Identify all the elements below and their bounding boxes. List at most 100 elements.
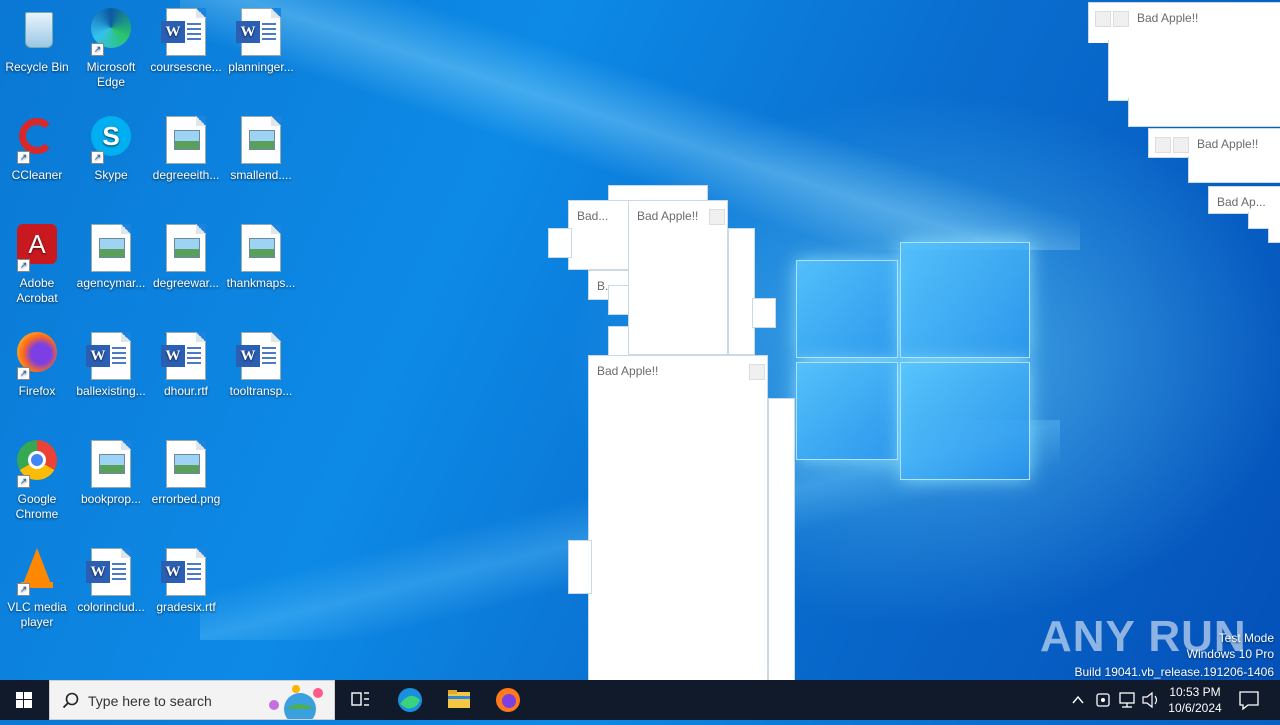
- word-document-icon: W: [161, 8, 210, 56]
- bad-apple-window[interactable]: Bad Apple!!: [628, 200, 728, 355]
- desktop-icon-label: dhour.rtf: [163, 384, 209, 398]
- desktop-icon-skype[interactable]: S ↗ Skype: [75, 116, 147, 183]
- desktop-icon-adobe-acrobat[interactable]: A ↗ Adobe Acrobat: [1, 224, 73, 306]
- window-icon: [1173, 137, 1189, 153]
- adobe-acrobat-icon: A ↗: [13, 224, 61, 272]
- desktop-icon-google-chrome[interactable]: ↗ Google Chrome: [1, 440, 73, 522]
- tray-app-button[interactable]: [1092, 680, 1114, 720]
- windows-logo-wallpaper: [796, 242, 1030, 480]
- window-icon: [1155, 137, 1171, 153]
- word-document-icon: W: [236, 332, 285, 380]
- search-box[interactable]: Type here to search: [49, 680, 335, 720]
- chevron-up-icon: [1072, 695, 1084, 704]
- image-file-icon: [237, 116, 285, 164]
- desktop-icon-file[interactable]: W dhour.rtf: [150, 332, 222, 399]
- bad-apple-window[interactable]: Bad Apple!!: [588, 355, 768, 682]
- desktop-icon-label: Firefox: [18, 384, 56, 398]
- desktop-icon-label: agencymar...: [76, 276, 146, 290]
- desktop-icon-label: errorbed.png: [151, 492, 221, 506]
- desktop-icon-label: degreeeith...: [152, 168, 220, 182]
- desktop-icon-file[interactable]: W colorinclud...: [75, 548, 147, 615]
- window-title: Bad Apple!!: [597, 364, 659, 378]
- window-title: Bad Apple!!: [1137, 11, 1199, 25]
- bad-apple-window[interactable]: [1108, 40, 1280, 101]
- window-title: Bad...: [577, 209, 609, 223]
- desktop-icon-label: VLC media player: [7, 600, 67, 629]
- bad-apple-window[interactable]: Bad...: [568, 200, 630, 270]
- firefox-icon: [496, 688, 520, 712]
- window-icon: [709, 209, 725, 225]
- desktop-icon-vlc[interactable]: ↗ VLC media player: [1, 548, 73, 630]
- word-document-icon: W: [161, 332, 210, 380]
- shortcut-arrow-icon: ↗: [17, 475, 30, 488]
- window-title: Bad Apple!!: [637, 209, 699, 223]
- desktop-icon-microsoft-edge[interactable]: ↗ Microsoft Edge: [75, 8, 147, 90]
- desktop-icon-label: coursescne...: [150, 60, 222, 74]
- task-view-button[interactable]: [336, 680, 384, 720]
- desktop-icon-file[interactable]: thankmaps...: [225, 224, 297, 291]
- chrome-icon: ↗: [13, 440, 61, 488]
- notification-icon: [1239, 691, 1259, 711]
- desktop-icon-label: bookprop...: [80, 492, 142, 506]
- window-icon: [749, 364, 765, 380]
- desktop-icon-file[interactable]: degreeeith...: [150, 116, 222, 183]
- taskbar-firefox-button[interactable]: [484, 680, 532, 720]
- desktop-icon-label: Microsoft Edge: [86, 60, 136, 89]
- bad-apple-window[interactable]: Bad Apple!!: [1148, 128, 1280, 158]
- action-center-button[interactable]: [1232, 680, 1266, 720]
- bad-apple-window[interactable]: [1128, 98, 1280, 127]
- window-title: Bad Apple!!: [1197, 137, 1259, 151]
- desktop-icon-label: Google Chrome: [15, 492, 59, 521]
- show-hidden-icons-button[interactable]: [1068, 680, 1088, 720]
- desktop-icon-file[interactable]: W coursescne...: [150, 8, 222, 75]
- windows-start-icon: [16, 692, 32, 708]
- bad-apple-window[interactable]: [768, 398, 795, 682]
- bad-apple-window[interactable]: [752, 298, 776, 328]
- image-file-icon: [87, 224, 135, 272]
- task-view-icon: [351, 692, 369, 706]
- bad-apple-window[interactable]: [728, 228, 755, 355]
- desktop-icon-file[interactable]: degreewar...: [150, 224, 222, 291]
- windows-edition-label: Windows 10 Pro: [1186, 647, 1274, 661]
- desktop-icon-file[interactable]: agencymar...: [75, 224, 147, 291]
- taskbar-edge-button[interactable]: [386, 680, 434, 720]
- image-file-icon: [162, 116, 210, 164]
- bad-apple-window[interactable]: [1188, 156, 1280, 183]
- bad-apple-window[interactable]: [1248, 212, 1280, 229]
- desktop-icon-recycle-bin[interactable]: Recycle Bin: [1, 8, 73, 75]
- desktop-icon-file[interactable]: W gradesix.rtf: [150, 548, 222, 615]
- desktop-icon-label: planninger...: [228, 60, 294, 74]
- bad-apple-window[interactable]: [1268, 228, 1280, 243]
- desktop-icon-file[interactable]: W tooltransp...: [225, 332, 297, 399]
- image-file-icon: [87, 440, 135, 488]
- bad-apple-window[interactable]: [548, 228, 572, 258]
- search-icon: [62, 692, 79, 709]
- word-document-icon: W: [86, 548, 135, 596]
- desktop-icon-file[interactable]: W ballexisting...: [75, 332, 147, 399]
- desktop-icon-file[interactable]: smallend....: [225, 116, 297, 183]
- test-mode-label: Test Mode: [1218, 631, 1274, 645]
- shortcut-arrow-icon: ↗: [17, 583, 30, 596]
- image-file-icon: [162, 440, 210, 488]
- shortcut-arrow-icon: ↗: [17, 151, 30, 164]
- shortcut-arrow-icon: ↗: [17, 367, 30, 380]
- desktop-icon-file[interactable]: W planninger...: [225, 8, 297, 75]
- image-file-icon: [162, 224, 210, 272]
- start-button[interactable]: [0, 680, 48, 720]
- word-document-icon: W: [86, 332, 135, 380]
- bad-apple-window[interactable]: Bad Apple!!: [1088, 2, 1280, 43]
- desktop-icon-file[interactable]: bookprop...: [75, 440, 147, 507]
- desktop-icon-label: CCleaner: [11, 168, 63, 182]
- network-button[interactable]: [1116, 680, 1138, 720]
- desktop-icon-file[interactable]: errorbed.png: [150, 440, 222, 507]
- taskbar-file-explorer-button[interactable]: [435, 680, 483, 720]
- image-file-icon: [237, 224, 285, 272]
- desktop-icon-label: degreewar...: [152, 276, 220, 290]
- clock[interactable]: 10:53 PM 10/6/2024: [1158, 684, 1232, 716]
- bad-apple-window[interactable]: Bad Ap...: [1208, 186, 1280, 214]
- desktop-icon-firefox[interactable]: ↗ Firefox: [1, 332, 73, 399]
- desktop-icon-label: thankmaps...: [226, 276, 296, 290]
- bad-apple-window[interactable]: [568, 540, 592, 594]
- desktop-icon-ccleaner[interactable]: ↗ CCleaner: [1, 116, 73, 183]
- shortcut-arrow-icon: ↗: [91, 151, 104, 164]
